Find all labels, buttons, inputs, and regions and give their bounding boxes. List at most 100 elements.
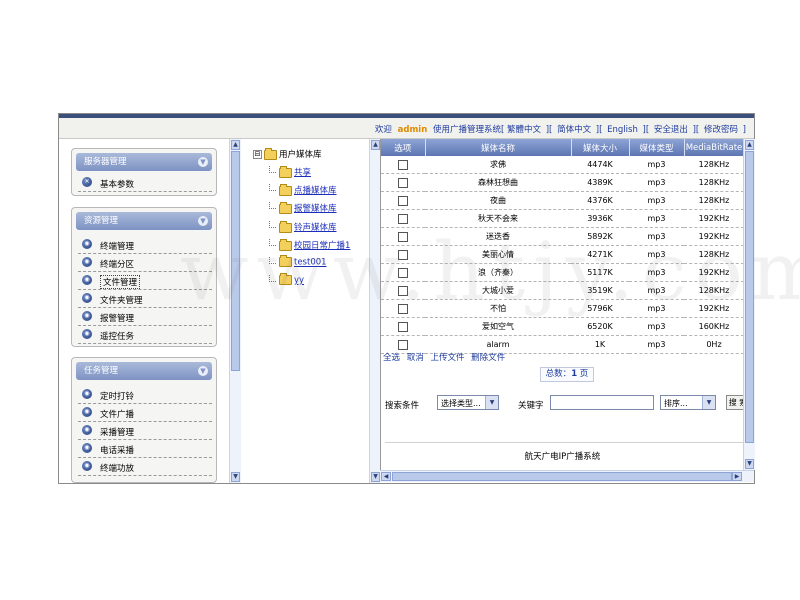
main-vertical-scrollbar[interactable]: ▲ ▼ — [743, 139, 755, 470]
scroll-right-icon[interactable]: ▶ — [732, 472, 742, 481]
tree-node-label[interactable]: 共享 — [294, 168, 311, 178]
col-header-size[interactable]: 媒体大小 — [571, 139, 630, 156]
tree-node-test001[interactable]: test001 — [269, 255, 327, 268]
media-name-cell: 大城小爱 — [425, 281, 571, 300]
sidebar-item-basic-params[interactable]: ✕ 基本参数 — [78, 174, 212, 192]
select-all-link[interactable]: 全选 — [383, 353, 400, 363]
collapse-icon[interactable]: ▼ — [198, 216, 208, 226]
sidebar-item-phone[interactable]: ◉ 电话采播 — [78, 440, 212, 458]
tree-node-shared[interactable]: 共享 — [269, 165, 311, 178]
sidebar-item-file-broadcast[interactable]: ◉ 文件广播 — [78, 404, 212, 422]
table-row[interactable]: 美丽心情 4271K mp3 128KHz — [381, 245, 744, 264]
sidebar-item-timed-bell[interactable]: ◉ 定时打铃 — [78, 386, 212, 404]
scrollbar-thumb[interactable] — [392, 472, 732, 481]
link-traditional-chinese[interactable]: 繁體中文 — [507, 125, 541, 135]
scrollbar-thumb[interactable] — [745, 151, 754, 443]
sidebar-item-folder[interactable]: ◉ 文件夹管理 — [78, 290, 212, 308]
scrollbar-thumb[interactable] — [231, 151, 240, 371]
collapse-icon[interactable]: ▼ — [198, 157, 208, 167]
scroll-up-icon[interactable]: ▲ — [231, 140, 240, 150]
table-row[interactable]: 求佛 4474K mp3 128KHz — [381, 156, 744, 174]
folder-icon — [279, 165, 292, 178]
table-row[interactable]: 森林狂想曲 4389K mp3 128KHz — [381, 173, 744, 192]
col-header-option[interactable]: 选项 — [381, 139, 426, 156]
table-row[interactable]: 不怕 5796K mp3 192KHz — [381, 299, 744, 318]
type-select[interactable]: 选择类型... ▼ — [437, 395, 499, 410]
upload-file-link[interactable]: 上传文件 — [430, 353, 464, 363]
media-bitrate-cell: 128KHz — [684, 245, 744, 264]
row-checkbox-cell — [381, 281, 425, 300]
tree-node-vod[interactable]: 点播媒体库 — [269, 183, 337, 196]
panel-title: 任务管理 — [84, 366, 119, 376]
link-simplified-chinese[interactable]: 简体中文 — [557, 125, 591, 135]
row-checkbox[interactable] — [398, 303, 408, 314]
collapse-icon[interactable]: ▼ — [198, 366, 208, 376]
row-checkbox[interactable] — [398, 213, 408, 224]
cancel-link[interactable]: 取消 — [407, 353, 424, 363]
tree-node-label[interactable]: 铃声媒体库 — [294, 223, 337, 233]
tree-root[interactable]: ⊟ 用户媒体库 — [253, 147, 322, 160]
sidebar-scrollbar[interactable]: ▲ ▼ — [229, 139, 241, 483]
main-horizontal-scrollbar[interactable]: ◀ ▶ — [380, 470, 754, 482]
tree-node-label[interactable]: test001 — [294, 258, 327, 268]
table-row[interactable]: 秋天不会来 3936K mp3 192KHz — [381, 209, 744, 228]
panel-header[interactable]: 服务器管理 ▼ — [76, 153, 212, 171]
tree-node-campus[interactable]: 校园日常广播1 — [269, 238, 350, 251]
tree-connector — [269, 184, 276, 191]
panel-header[interactable]: 资源管理 ▼ — [76, 212, 212, 230]
sort-select[interactable]: 排序... ▼ — [660, 395, 716, 410]
media-bitrate-cell: 192KHz — [684, 299, 744, 318]
sidebar-item-capture[interactable]: ◉ 采播管理 — [78, 422, 212, 440]
table-row[interactable]: 爱如空气 6520K mp3 160KHz — [381, 317, 744, 336]
chevron-down-icon[interactable]: ▼ — [485, 396, 498, 409]
row-checkbox[interactable] — [398, 231, 408, 242]
table-row[interactable]: 大城小爱 3519K mp3 128KHz — [381, 281, 744, 300]
keyword-input[interactable] — [550, 395, 654, 410]
sidebar-item-terminal[interactable]: ◉ 终端管理 — [78, 236, 212, 254]
sidebar-item-alarm[interactable]: ◉ 报警管理 — [78, 308, 212, 326]
table-header-row: 选项 媒体名称 媒体大小 媒体类型 MediaBitRate — [381, 139, 745, 156]
link-logout[interactable]: 安全退出 — [654, 125, 688, 135]
row-checkbox[interactable] — [398, 159, 408, 170]
sidebar-item-file[interactable]: ◉ 文件管理 — [78, 272, 212, 290]
sidebar-item-remote[interactable]: ◉ 遥控任务 — [78, 326, 212, 344]
row-checkbox[interactable] — [398, 321, 408, 332]
row-checkbox[interactable] — [398, 339, 408, 350]
media-name-cell: 森林狂想曲 — [425, 173, 571, 192]
col-header-bitrate[interactable]: MediaBitRate — [684, 139, 745, 156]
chevron-down-icon[interactable]: ▼ — [702, 396, 715, 409]
table-row[interactable]: 夜曲 4376K mp3 128KHz — [381, 191, 744, 210]
tree-node-label[interactable]: 报警媒体库 — [294, 204, 337, 214]
tree-node-label[interactable]: 点播媒体库 — [294, 186, 337, 196]
link-english[interactable]: English — [607, 125, 638, 135]
scroll-down-icon[interactable]: ▼ — [371, 472, 380, 482]
scroll-up-icon[interactable]: ▲ — [371, 140, 380, 150]
table-row[interactable]: 浪（齐秦） 5117K mp3 192KHz — [381, 263, 744, 282]
sidebar-item-amplifier[interactable]: ◉ 终端功放 — [78, 458, 212, 476]
media-bitrate-cell: 128KHz — [684, 156, 744, 174]
scroll-down-icon[interactable]: ▼ — [231, 472, 240, 482]
tree-node-ringtone[interactable]: 铃声媒体库 — [269, 220, 337, 233]
scroll-down-icon[interactable]: ▼ — [745, 459, 754, 469]
row-checkbox[interactable] — [398, 285, 408, 296]
col-header-type[interactable]: 媒体类型 — [629, 139, 685, 156]
link-change-password[interactable]: 修改密码 — [704, 125, 738, 135]
scroll-left-icon[interactable]: ◀ — [381, 472, 391, 481]
row-checkbox[interactable] — [398, 195, 408, 206]
delete-file-link[interactable]: 删除文件 — [471, 353, 505, 363]
tree-node-label[interactable]: 校园日常广播1 — [294, 241, 350, 251]
scroll-up-icon[interactable]: ▲ — [745, 140, 754, 150]
row-checkbox-cell — [381, 263, 425, 282]
col-header-name[interactable]: 媒体名称 — [425, 139, 572, 156]
table-row[interactable]: 迷迭香 5892K mp3 192KHz — [381, 227, 744, 246]
media-type-cell: mp3 — [629, 173, 684, 192]
row-checkbox[interactable] — [398, 177, 408, 188]
panel-header[interactable]: 任务管理 ▼ — [76, 362, 212, 380]
row-checkbox[interactable] — [398, 267, 408, 278]
tree-node-alarm[interactable]: 报警媒体库 — [269, 201, 337, 214]
row-checkbox[interactable] — [398, 249, 408, 260]
tree-node-yy[interactable]: yy — [269, 273, 304, 286]
collapse-tree-icon[interactable]: ⊟ — [253, 150, 262, 159]
sidebar-item-zone[interactable]: ◉ 终端分区 — [78, 254, 212, 272]
tree-node-label[interactable]: yy — [294, 276, 304, 286]
